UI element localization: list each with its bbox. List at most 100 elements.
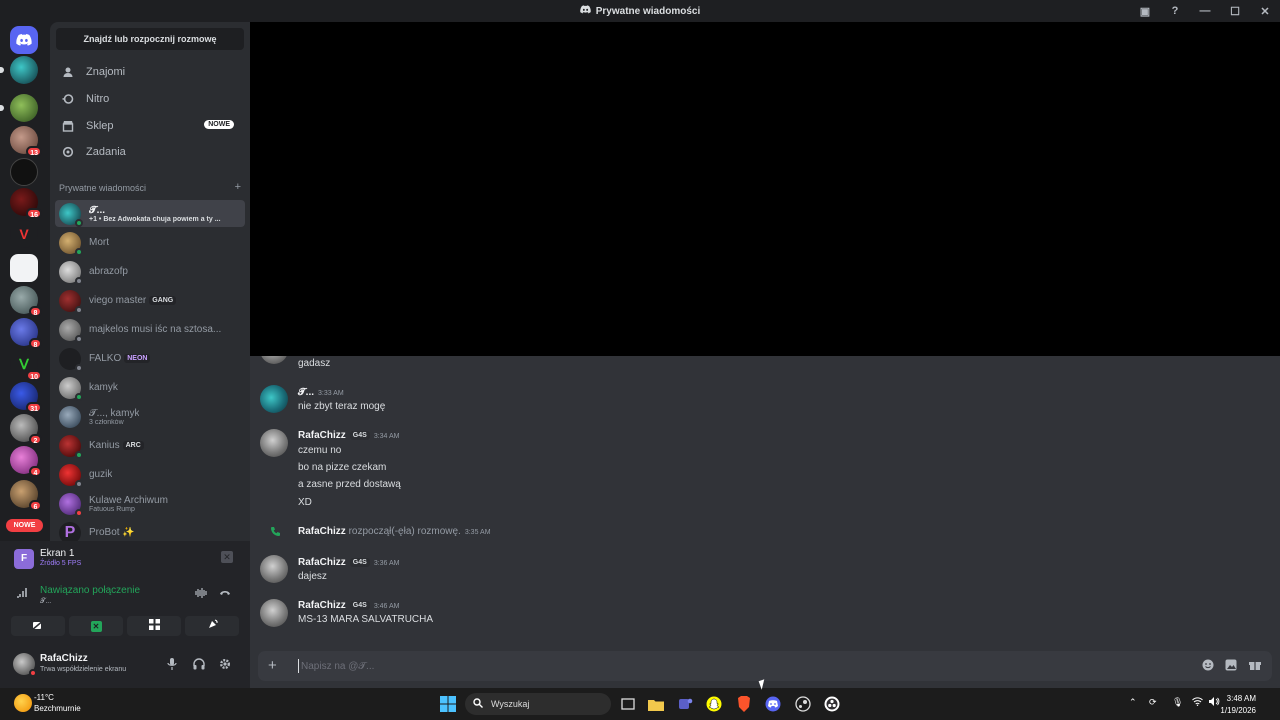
weather-sun-icon [14,694,32,712]
chevron-up-icon[interactable]: ⌃ [1129,697,1137,708]
user-panel: F Ekran 1 Źródło 5 FPS ✕ Nawiązano połąc… [0,541,250,688]
activities-button[interactable] [127,616,181,636]
dm-item[interactable]: 𝓣... +1 • Bez Adwokata chuja powiem a ty… [55,200,245,227]
message-time: 3:35 AM [464,529,491,536]
server-icon[interactable] [10,158,38,186]
clock[interactable]: 3:48 AM 1/19/2026 [1220,693,1256,717]
screen-share-button[interactable]: ✕ [69,616,123,636]
dm-item[interactable]: kamyk [55,374,245,401]
inbox-icon[interactable]: ▣ [1130,5,1160,18]
dm-item[interactable]: Mort [55,229,245,256]
avatar[interactable] [260,555,288,583]
microphone-tray-icon[interactable]: 🎙 [1172,697,1183,708]
sync-icon[interactable]: ⟳ [1149,697,1157,708]
home-button[interactable] [10,26,38,54]
windows-start-icon[interactable] [439,695,457,713]
noise-suppression-icon[interactable] [195,588,207,601]
chat-messages: gadasz 𝓣... 3:33 AM nie zbyt teraz mogę R… [250,356,1280,648]
create-dm-plus-icon[interactable]: + [235,182,241,193]
author-name[interactable]: RafaChizz [298,600,346,611]
avatar[interactable] [13,653,37,677]
nav-nitro[interactable]: Nitro [56,87,244,111]
dm-item[interactable]: FALKO NEON [55,345,245,372]
find-conversation-button[interactable]: Znajdź lub rozpocznij rozmowę [56,28,244,50]
task-view-icon[interactable] [619,695,637,713]
avatar[interactable] [260,385,288,413]
nav-quests[interactable]: Zadania [56,140,244,164]
author-name[interactable]: RafaChizz [298,526,346,537]
snapchat-icon[interactable] [705,695,723,713]
gift-icon[interactable] [1249,659,1261,674]
obs-icon[interactable] [823,695,841,713]
server-icon[interactable]: Ⅴ 10 [10,350,42,381]
nav-shop[interactable]: Sklep NOWE [56,114,244,138]
weather-widget[interactable]: -11°C Bezchmurnie [12,692,102,716]
taskbar-search[interactable]: Wyszukaj [465,693,611,715]
clock-time: 3:48 AM [1226,694,1256,703]
new-servers-pill[interactable]: NOWE [6,519,43,532]
teams-icon[interactable] [676,695,694,713]
server-icon[interactable]: 6 [10,480,42,511]
author-name[interactable]: RafaChizz [298,430,346,441]
dm-name: Kanius [89,440,120,451]
dm-item[interactable]: majkelos musi iśc na sztosa... [55,316,245,343]
server-icon[interactable]: 31 [10,382,42,413]
new-badge: NOWE [204,120,234,129]
server-icon[interactable] [0,94,38,122]
dm-name: majkelos musi iśc na sztosa... [89,324,222,335]
soundboard-button[interactable] [185,616,239,636]
server-icon[interactable]: 13 [10,126,42,157]
author-name[interactable]: 𝓣... [298,387,314,398]
attach-plus-icon[interactable]: + [268,657,277,674]
sticker-icon[interactable] [1225,659,1237,674]
disconnect-icon[interactable] [219,588,231,599]
message-input[interactable] [298,659,1178,673]
dm-item[interactable]: Kanius ARC [55,432,245,459]
status-dot [75,450,83,459]
dm-item[interactable]: Kulawe Archiwum Fatuous Rump [55,490,245,517]
steam-icon[interactable] [794,695,812,713]
avatar [59,347,83,372]
server-icon[interactable]: V [10,220,38,248]
stream-view[interactable] [250,22,1280,356]
server-icon[interactable]: 8 [10,286,42,317]
server-icon[interactable] [0,56,38,84]
gear-icon[interactable] [219,658,231,673]
headphones-icon[interactable] [193,658,205,673]
author-name[interactable]: RafaChizz [298,557,346,568]
volume-icon[interactable] [1209,697,1220,708]
camera-button[interactable] [11,616,65,636]
server-icon[interactable]: 2 [10,414,42,445]
wifi-icon[interactable] [1192,697,1203,708]
microphone-icon[interactable] [167,658,177,673]
server-icon[interactable]: 16 [10,188,42,219]
close-button[interactable]: ✕ [1250,5,1280,18]
file-explorer-icon[interactable] [647,695,665,713]
dm-item[interactable]: 𝓣..., kamyk 3 członków [55,403,245,430]
discord-taskbar-icon[interactable] [764,695,782,713]
signal-icon[interactable] [16,588,28,601]
server-icon[interactable]: 4 [10,446,42,477]
emoji-icon[interactable] [1202,659,1214,674]
unread-badge: 4 [29,466,42,477]
avatar [59,260,83,285]
dm-item[interactable]: P ProBot ✨ [55,519,245,542]
dm-item[interactable]: abrazofp [55,258,245,285]
screen-share-row[interactable]: F Ekran 1 Źródło 5 FPS ✕ [11,547,239,571]
avatar[interactable] [260,429,288,457]
dm-section-header: Prywatne wiadomości + [59,182,241,194]
server-icon[interactable] [10,254,38,282]
maximize-button[interactable]: ☐ [1220,5,1250,18]
dm-item[interactable]: guzik [55,461,245,488]
dm-item[interactable]: viego master GANG [55,287,245,314]
help-icon[interactable]: ? [1160,5,1190,17]
server-icon[interactable]: 8 [10,318,42,349]
minimize-button[interactable]: — [1190,5,1220,17]
avatar[interactable] [260,599,288,627]
nav-friends[interactable]: Znajomi [56,60,244,84]
clock-date: 1/19/2026 [1220,706,1256,715]
close-icon[interactable]: ✕ [221,551,233,563]
clan-tag: G4S [349,601,370,610]
brave-browser-icon[interactable] [735,695,753,713]
message-time: 3:36 AM [373,560,400,567]
